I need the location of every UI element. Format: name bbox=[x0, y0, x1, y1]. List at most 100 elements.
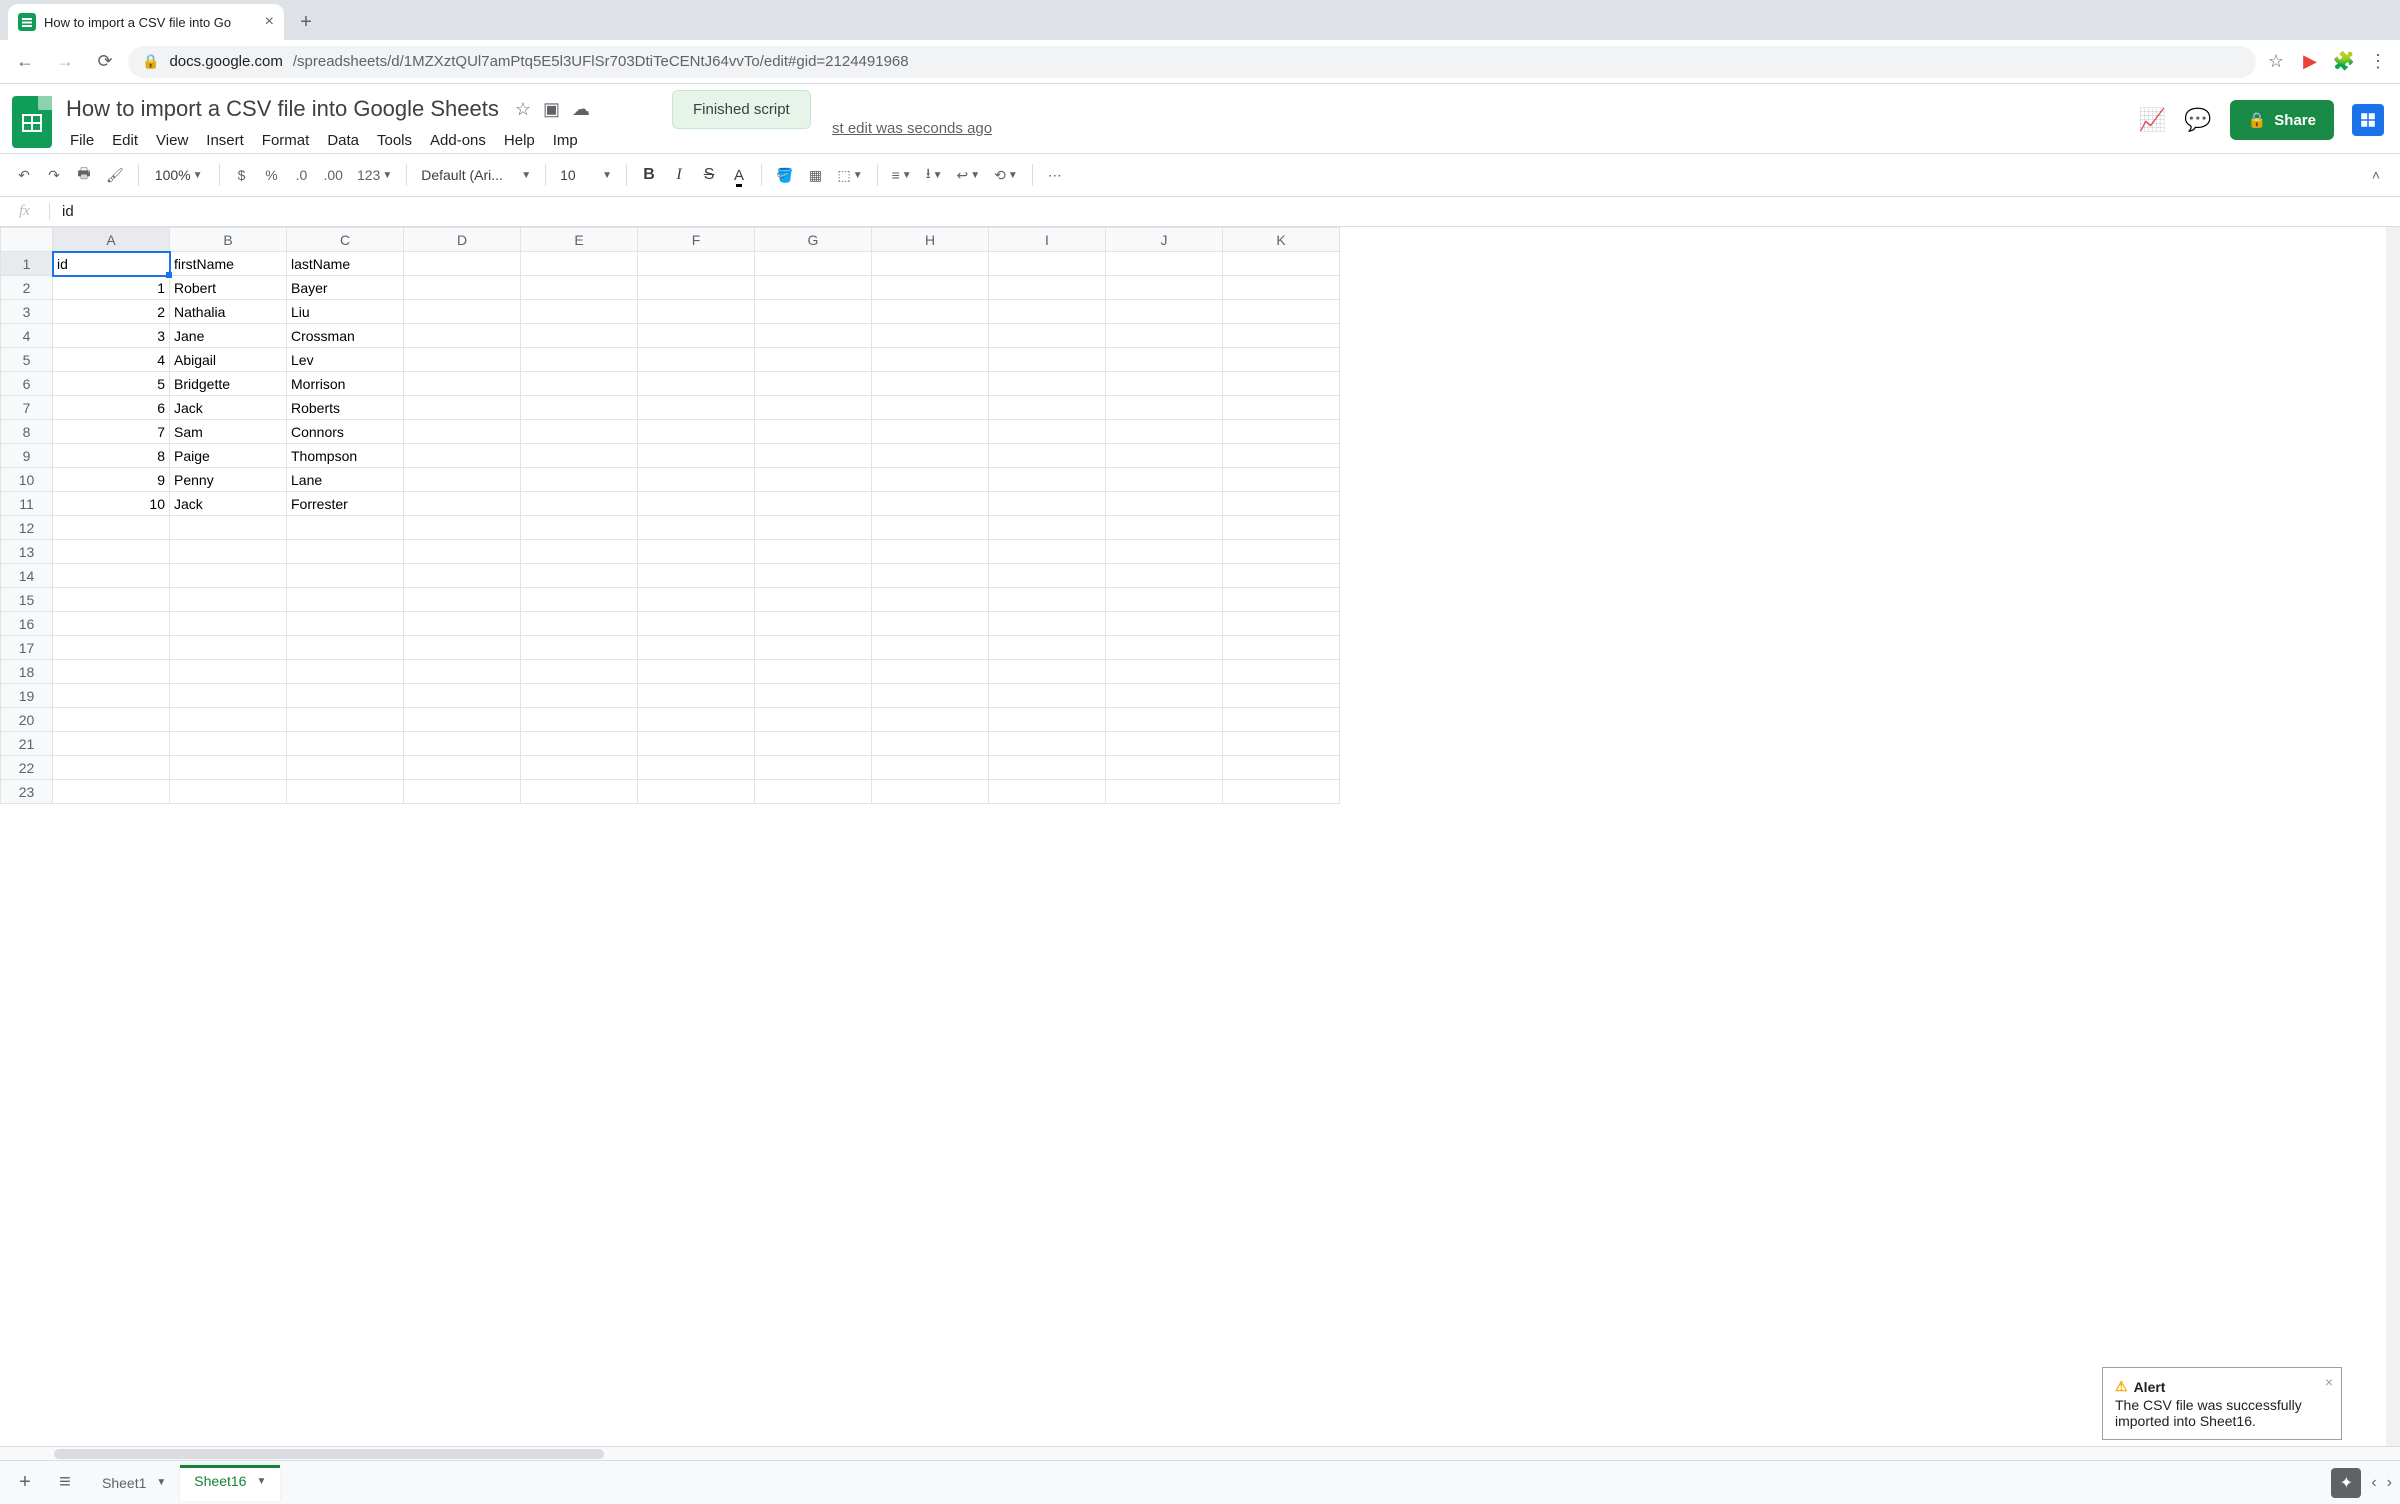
browser-menu-icon[interactable]: ⋮ bbox=[2364, 48, 2392, 76]
cell[interactable] bbox=[638, 732, 755, 756]
row-header[interactable]: 4 bbox=[1, 324, 53, 348]
cell[interactable] bbox=[989, 372, 1106, 396]
cell[interactable] bbox=[755, 276, 872, 300]
v-align-button[interactable]: ⭳▼ bbox=[920, 160, 949, 190]
col-header-D[interactable]: D bbox=[404, 228, 521, 252]
italic-button[interactable]: I bbox=[665, 160, 693, 190]
cell[interactable]: Penny bbox=[170, 468, 287, 492]
cell[interactable] bbox=[872, 252, 989, 276]
cell[interactable] bbox=[1106, 396, 1223, 420]
cell[interactable] bbox=[1106, 324, 1223, 348]
cell[interactable] bbox=[404, 444, 521, 468]
cell[interactable] bbox=[170, 684, 287, 708]
cell[interactable] bbox=[638, 300, 755, 324]
cell[interactable] bbox=[638, 612, 755, 636]
cell[interactable]: 5 bbox=[53, 372, 170, 396]
cell[interactable] bbox=[1106, 516, 1223, 540]
cell[interactable] bbox=[1223, 660, 1340, 684]
cell[interactable]: 8 bbox=[53, 444, 170, 468]
cell[interactable] bbox=[638, 684, 755, 708]
cell[interactable] bbox=[989, 348, 1106, 372]
cell[interactable] bbox=[755, 516, 872, 540]
cell[interactable] bbox=[287, 636, 404, 660]
cell[interactable] bbox=[755, 252, 872, 276]
cell[interactable] bbox=[1106, 420, 1223, 444]
cell[interactable]: 3 bbox=[53, 324, 170, 348]
row-header[interactable]: 1 bbox=[1, 252, 53, 276]
cell[interactable] bbox=[755, 540, 872, 564]
row-header[interactable]: 7 bbox=[1, 396, 53, 420]
cell[interactable] bbox=[1106, 468, 1223, 492]
row-header[interactable]: 9 bbox=[1, 444, 53, 468]
cell[interactable] bbox=[872, 708, 989, 732]
cell[interactable] bbox=[755, 684, 872, 708]
cell[interactable] bbox=[1223, 276, 1340, 300]
col-header-A[interactable]: A bbox=[53, 228, 170, 252]
col-header-C[interactable]: C bbox=[287, 228, 404, 252]
cell[interactable] bbox=[404, 516, 521, 540]
rotate-button[interactable]: ⟲▼ bbox=[988, 160, 1024, 190]
cell[interactable] bbox=[872, 540, 989, 564]
cell[interactable]: Nathalia bbox=[170, 300, 287, 324]
row-header[interactable]: 23 bbox=[1, 780, 53, 804]
cell[interactable] bbox=[989, 564, 1106, 588]
cell[interactable] bbox=[989, 612, 1106, 636]
cell[interactable] bbox=[53, 612, 170, 636]
cell[interactable] bbox=[287, 756, 404, 780]
cell[interactable] bbox=[53, 780, 170, 804]
tab-scroll-right[interactable]: › bbox=[2387, 1474, 2392, 1492]
cell[interactable] bbox=[638, 420, 755, 444]
cell[interactable] bbox=[872, 420, 989, 444]
cell[interactable] bbox=[170, 516, 287, 540]
cell[interactable] bbox=[755, 780, 872, 804]
menu-tools[interactable]: Tools bbox=[369, 128, 420, 153]
cell[interactable] bbox=[1223, 684, 1340, 708]
add-sheet-button[interactable]: + bbox=[8, 1466, 42, 1500]
cell[interactable] bbox=[872, 732, 989, 756]
cell[interactable] bbox=[872, 588, 989, 612]
cell[interactable]: Bayer bbox=[287, 276, 404, 300]
cell[interactable] bbox=[989, 252, 1106, 276]
cell[interactable] bbox=[1223, 564, 1340, 588]
cell[interactable] bbox=[638, 588, 755, 612]
cell[interactable] bbox=[755, 636, 872, 660]
cell[interactable] bbox=[404, 348, 521, 372]
cell[interactable] bbox=[1223, 732, 1340, 756]
sheet-tab-sheet16[interactable]: Sheet16▼ bbox=[180, 1465, 280, 1501]
row-header[interactable]: 5 bbox=[1, 348, 53, 372]
cell[interactable] bbox=[404, 540, 521, 564]
row-header[interactable]: 11 bbox=[1, 492, 53, 516]
cell[interactable] bbox=[638, 564, 755, 588]
cell[interactable] bbox=[989, 468, 1106, 492]
row-header[interactable]: 13 bbox=[1, 540, 53, 564]
cell[interactable] bbox=[755, 708, 872, 732]
cell[interactable] bbox=[521, 492, 638, 516]
row-header[interactable]: 6 bbox=[1, 372, 53, 396]
percent-button[interactable]: % bbox=[258, 160, 286, 190]
cell[interactable] bbox=[521, 324, 638, 348]
cell[interactable] bbox=[872, 324, 989, 348]
cell[interactable] bbox=[755, 444, 872, 468]
cell[interactable]: 1 bbox=[53, 276, 170, 300]
cell[interactable] bbox=[521, 420, 638, 444]
cell[interactable] bbox=[638, 396, 755, 420]
currency-button[interactable]: $ bbox=[228, 160, 256, 190]
redo-button[interactable]: ↷ bbox=[40, 160, 68, 190]
cell[interactable]: Jack bbox=[170, 396, 287, 420]
cell[interactable] bbox=[638, 780, 755, 804]
cell[interactable] bbox=[989, 492, 1106, 516]
cell[interactable] bbox=[1223, 372, 1340, 396]
cell[interactable] bbox=[989, 588, 1106, 612]
cell[interactable] bbox=[287, 516, 404, 540]
cell[interactable] bbox=[755, 324, 872, 348]
font-select[interactable]: Default (Ari... ▼ bbox=[415, 160, 537, 190]
cell[interactable]: 2 bbox=[53, 300, 170, 324]
decrease-decimal-button[interactable]: .0 bbox=[288, 160, 316, 190]
row-header[interactable]: 3 bbox=[1, 300, 53, 324]
row-header[interactable]: 12 bbox=[1, 516, 53, 540]
cell[interactable] bbox=[1106, 684, 1223, 708]
cell[interactable] bbox=[755, 300, 872, 324]
cell[interactable] bbox=[404, 732, 521, 756]
star-doc-icon[interactable]: ☆ bbox=[515, 99, 531, 120]
cell[interactable]: 10 bbox=[53, 492, 170, 516]
